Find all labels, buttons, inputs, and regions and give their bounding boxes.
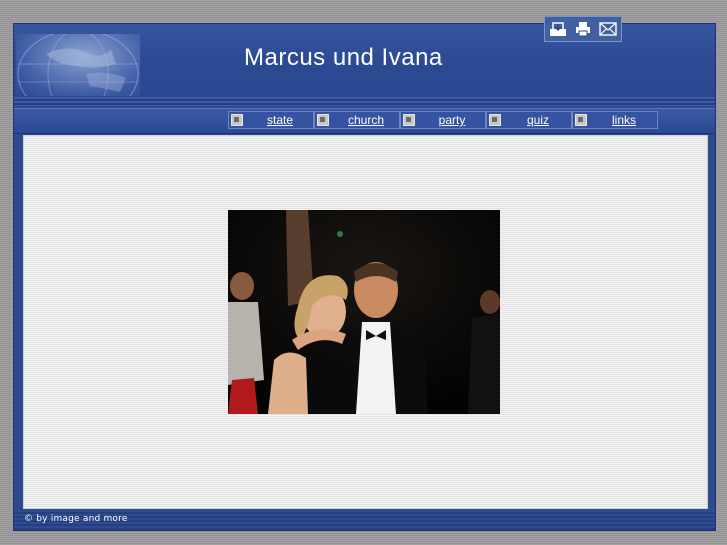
globe-logo	[16, 34, 140, 96]
copyright-text: © by image and more	[24, 514, 128, 524]
nav-item-state[interactable]: state	[228, 111, 314, 129]
bullet-icon	[231, 114, 243, 126]
nav-item-quiz[interactable]: quiz	[486, 111, 572, 129]
nav-link-party[interactable]: party	[419, 113, 485, 127]
mail-icon[interactable]	[598, 20, 618, 38]
wedding-photo[interactable]	[228, 210, 500, 414]
bullet-icon	[575, 114, 587, 126]
print-icon[interactable]	[573, 20, 593, 38]
nav-item-links[interactable]: links	[572, 111, 658, 129]
nav-item-church[interactable]: church	[314, 111, 400, 129]
bullet-icon	[403, 114, 415, 126]
nav-item-party[interactable]: party	[400, 111, 486, 129]
footer: © by image and more	[14, 510, 715, 530]
download-icon[interactable]	[548, 20, 568, 38]
bullet-icon	[317, 114, 329, 126]
nav-link-links[interactable]: links	[591, 113, 657, 127]
page-frame: Marcus und Ivana state church party quiz…	[14, 16, 715, 530]
content-area	[23, 135, 708, 509]
bullet-icon	[489, 114, 501, 126]
nav-link-church[interactable]: church	[333, 113, 399, 127]
nav-link-state[interactable]: state	[247, 113, 313, 127]
toolbar	[544, 16, 622, 42]
nav-bar: state church party quiz links	[14, 108, 715, 134]
header: Marcus und Ivana	[14, 16, 715, 98]
header-divider	[14, 97, 715, 106]
page-title: Marcus und Ivana	[244, 44, 443, 71]
nav-link-quiz[interactable]: quiz	[505, 113, 571, 127]
